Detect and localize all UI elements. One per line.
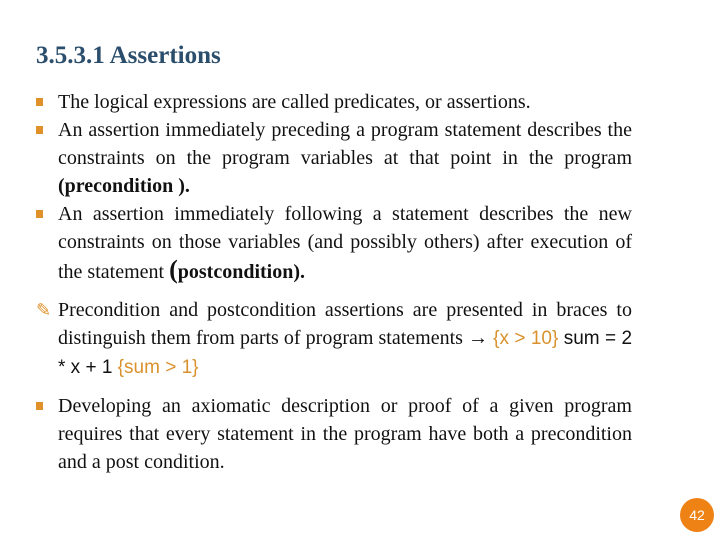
postcondition-code: {sum > 1} — [117, 357, 199, 378]
page-number-badge: 42 — [680, 498, 714, 532]
bullet-item: An assertion immediately preceding a pro… — [36, 116, 632, 200]
square-bullet-icon — [36, 392, 43, 421]
curl-bullet-icon: ✎ — [36, 300, 52, 320]
square-bullet-icon — [36, 200, 43, 229]
bullet-text: Developing an axiomatic description or p… — [58, 395, 632, 473]
bullet-item: ✎ Precondition and postcondition asserti… — [36, 296, 632, 382]
postcondition-label: postcondition). — [177, 261, 305, 283]
bullet-item: An assertion immediately following a sta… — [36, 200, 632, 286]
square-bullet-icon — [36, 88, 43, 117]
precondition-code: {x > 10} — [493, 328, 559, 349]
bullet-text: An assertion immediately preceding a pro… — [58, 119, 632, 169]
square-bullet-icon — [36, 116, 43, 145]
precondition-label: (precondition ). — [58, 175, 190, 197]
bullet-text: The logical expressions are called predi… — [58, 91, 531, 113]
bullet-text: An assertion immediately following a sta… — [58, 203, 632, 283]
arrow-icon: → — [468, 327, 489, 349]
bullet-item: Developing an axiomatic description or p… — [36, 392, 632, 476]
open-paren: ( — [169, 255, 178, 284]
bullet-item: The logical expressions are called predi… — [36, 88, 632, 116]
slide-content: The logical expressions are called predi… — [36, 88, 632, 476]
slide-title: 3.5.3.1 Assertions — [36, 42, 221, 69]
